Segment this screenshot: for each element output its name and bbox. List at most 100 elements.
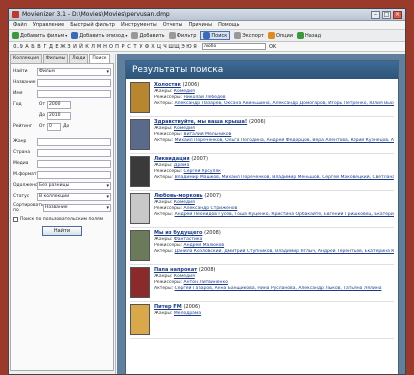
movie-poster[interactable] bbox=[130, 156, 150, 187]
menu-manage[interactable]: Управление bbox=[33, 22, 64, 28]
options-button[interactable]: Опции bbox=[267, 32, 293, 39]
result-card[interactable]: Здравствуйте, мы ваша крыша! (2006) Жанры… bbox=[130, 119, 394, 154]
tab-people[interactable]: Люди bbox=[69, 54, 89, 63]
genre-link[interactable]: Комедия bbox=[174, 200, 195, 205]
genre-label: Жанры: bbox=[154, 237, 173, 242]
tab-movies[interactable]: Фильмы bbox=[42, 54, 69, 63]
director-link[interactable]: Андрей Малюков bbox=[184, 243, 225, 248]
minimize-button[interactable]: – bbox=[371, 10, 380, 19]
result-card[interactable]: Любовь-морковь (2007) Жанры: Комедия Режис… bbox=[130, 193, 394, 228]
left-panel: Коллекция Фильмы Люди Поиск Найти Фильм … bbox=[9, 54, 116, 374]
export-button[interactable]: Экспорт bbox=[234, 32, 264, 39]
checkbox-box[interactable] bbox=[13, 216, 18, 222]
menu-reports[interactable]: Отчеты bbox=[163, 22, 183, 28]
add-movie-button[interactable]: Добавить фильм ▾ bbox=[12, 32, 67, 39]
custom-fields-checkbox[interactable]: Поиск по пользовательским полям bbox=[13, 215, 111, 223]
movie-poster[interactable] bbox=[130, 304, 150, 335]
add-episode-icon bbox=[71, 32, 79, 39]
movie-poster[interactable] bbox=[130, 193, 150, 224]
result-card[interactable]: Мы из будущего (2008) Жанры: Фантастика Ре… bbox=[130, 230, 394, 265]
country-input[interactable] bbox=[37, 148, 111, 157]
status-select[interactable]: В коллекции bbox=[37, 192, 111, 201]
movie-year: (2006) bbox=[248, 119, 266, 125]
sort-select[interactable]: Название bbox=[43, 203, 111, 212]
tab-search[interactable]: Поиск bbox=[89, 54, 110, 63]
genre-link[interactable]: Мелодрама bbox=[174, 311, 201, 316]
genre-input[interactable] bbox=[37, 137, 111, 146]
actors-links[interactable]: Александр Лазарев, Оксана Акиньшина, Але… bbox=[175, 101, 394, 106]
menu-reasons[interactable]: Причины bbox=[189, 22, 213, 28]
name-label: Название bbox=[13, 80, 36, 85]
maximize-button[interactable]: □ bbox=[382, 10, 391, 19]
genre-label: Жанры: bbox=[154, 200, 173, 205]
actors-links[interactable]: Данила Козловский, Дмитрий Ступников, Вл… bbox=[175, 249, 394, 254]
add-episode-button[interactable]: Добавить эпизод ▾ bbox=[71, 32, 127, 39]
movie-poster[interactable] bbox=[130, 230, 150, 261]
movie-title-link[interactable]: Папа напрокат bbox=[154, 267, 197, 273]
genre-link[interactable]: Драма bbox=[174, 163, 189, 168]
result-card[interactable]: Холостяк (2006) Жанры: Комедия Режиссеры: … bbox=[130, 82, 394, 117]
director-link[interactable]: Виталий Мельников bbox=[184, 132, 232, 137]
movie-title-link[interactable]: Любовь-морковь bbox=[154, 193, 203, 199]
filter-icon bbox=[168, 32, 176, 39]
alphabet-bar: 0..9 А Б В Г Д Е Ж З И Й К Л М Н О П Р С… bbox=[9, 42, 405, 52]
year-from-input[interactable]: 2000 bbox=[47, 100, 71, 109]
letter[interactable]: Я bbox=[192, 44, 198, 50]
form-row-name: Название bbox=[13, 78, 111, 87]
filter-button[interactable]: Фильтр bbox=[168, 32, 196, 39]
movie-poster[interactable] bbox=[130, 267, 150, 298]
actors-links[interactable]: Сергей Газаров, Анна Банщикова, Нина Рус… bbox=[175, 286, 382, 291]
movie-poster[interactable] bbox=[130, 82, 150, 113]
movie-title-link[interactable]: Здравствуйте, мы ваша крыша! bbox=[154, 119, 247, 125]
movie-title-link[interactable]: Ликвидация bbox=[154, 156, 190, 162]
result-card[interactable]: Питер FM (2006) Жанры: Мелодрама bbox=[130, 304, 394, 339]
menu-quick-filter[interactable]: Быстрый фильтр bbox=[70, 22, 115, 28]
find-button[interactable]: Поиск bbox=[200, 31, 231, 40]
media-input[interactable] bbox=[37, 159, 111, 168]
close-button[interactable]: × bbox=[393, 10, 402, 19]
actors-links[interactable]: Михаил Пореченков, Ольга Погодина, Андре… bbox=[175, 138, 394, 143]
actors-links[interactable]: Андрей Леонидов Гусев, Гоша Куценко, Кри… bbox=[175, 212, 394, 217]
actors-links[interactable]: Владимир Машков, Михаил Пореченков, Влад… bbox=[175, 175, 394, 180]
name-input[interactable] bbox=[37, 78, 111, 87]
form-row-media: Медиа bbox=[13, 159, 111, 168]
result-info: Холостяк (2006) Жанры: Комедия Режиссеры: … bbox=[154, 82, 394, 116]
tab-collection[interactable]: Коллекция bbox=[10, 54, 42, 63]
genre-link[interactable]: Комедия bbox=[174, 126, 195, 131]
results-panel: Результаты поиска Холостяк (2006) Жанры: … bbox=[125, 60, 399, 374]
genre-link[interactable]: Фантастика bbox=[174, 237, 202, 242]
quick-search-input[interactable]: любо bbox=[202, 43, 266, 50]
director-label: Режиссеры: bbox=[154, 206, 183, 211]
director-link[interactable]: Александр Стриженов bbox=[184, 206, 238, 211]
result-card[interactable]: Папа напрокат (2008) Жанры: Комедия Режисс… bbox=[130, 267, 394, 302]
find-submit-button[interactable]: Найти bbox=[42, 226, 82, 236]
menu-help[interactable]: Помощь bbox=[218, 22, 239, 28]
format-label: М.формат bbox=[13, 172, 37, 177]
movie-poster[interactable] bbox=[130, 119, 150, 150]
search-ok-button[interactable]: OK bbox=[269, 44, 276, 50]
alt-name-input[interactable] bbox=[37, 89, 111, 98]
genre-link[interactable]: Комедия bbox=[174, 274, 195, 279]
movie-title-link[interactable]: Питер FM bbox=[154, 304, 182, 310]
director-label: Режиссеры: bbox=[154, 132, 183, 137]
director-link[interactable]: Сергей Урсуляк bbox=[184, 169, 221, 174]
result-card[interactable]: Ликвидация (2007) Жанры: Драма Режиссеры: … bbox=[130, 156, 394, 191]
actors-label: Актеры: bbox=[154, 249, 174, 254]
find-select[interactable]: Фильм bbox=[37, 67, 111, 76]
back-button[interactable]: Назад bbox=[297, 32, 321, 39]
letter-0-9[interactable]: 0..9 bbox=[12, 44, 24, 50]
borrowed-select[interactable]: Без разницы bbox=[37, 181, 111, 190]
director-link[interactable]: Антон Литвиненко bbox=[184, 280, 228, 285]
result-info: Здравствуйте, мы ваша крыша! (2006) Жанры… bbox=[154, 119, 394, 153]
movie-title-link[interactable]: Холостяк bbox=[154, 82, 181, 88]
add-button[interactable]: Добавить bbox=[131, 32, 165, 39]
format-input[interactable] bbox=[37, 170, 111, 179]
rating-from-input[interactable]: 0 bbox=[47, 122, 61, 131]
year-to-input[interactable]: 2010 bbox=[47, 111, 71, 120]
year-to-label: До bbox=[38, 113, 46, 118]
director-link[interactable]: Николай Лебедев bbox=[184, 95, 226, 100]
movie-title-link[interactable]: Мы из будущего bbox=[154, 230, 202, 236]
genre-link[interactable]: Комедия bbox=[174, 89, 195, 94]
menu-file[interactable]: Файл bbox=[13, 22, 27, 28]
menu-tools[interactable]: Инструменты bbox=[121, 22, 157, 28]
